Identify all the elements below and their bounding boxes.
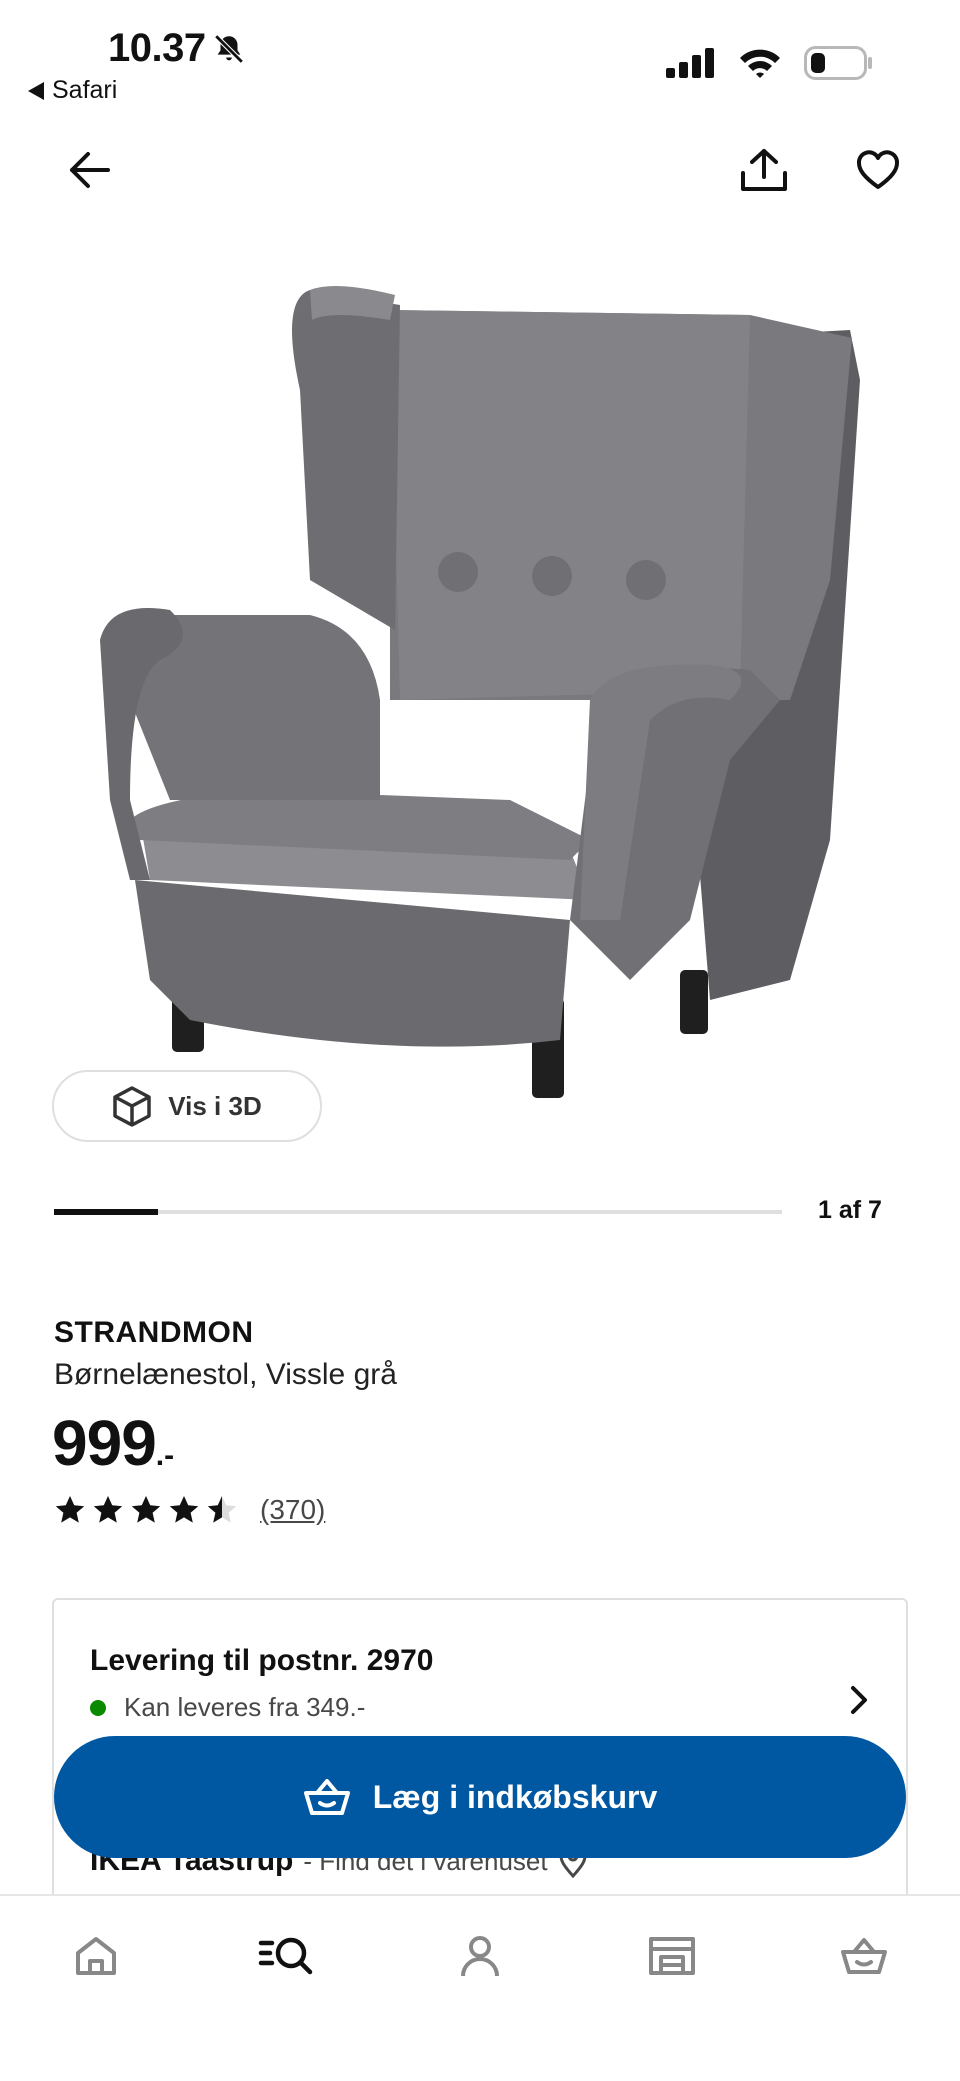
product-name: STRANDMON	[54, 1316, 254, 1349]
tab-basket[interactable]	[832, 1924, 896, 1988]
add-to-cart-button[interactable]: Læg i indkøbskurv	[54, 1736, 906, 1858]
chair-button	[626, 560, 666, 600]
delivery-status: Kan leveres fra 349.-	[90, 1692, 365, 1723]
tab-search[interactable]	[254, 1924, 318, 1988]
delivery-status-text: Kan leveres fra 349.-	[124, 1692, 366, 1722]
tab-home[interactable]	[64, 1924, 128, 1988]
star-icon	[55, 1496, 85, 1523]
arrow-left-icon	[70, 152, 110, 188]
share-button[interactable]	[734, 140, 794, 200]
share-icon	[741, 149, 787, 191]
star-icon	[131, 1496, 161, 1523]
back-button[interactable]	[62, 142, 118, 198]
star-icon	[207, 1496, 237, 1523]
favourite-button[interactable]	[848, 140, 908, 200]
add-to-cart-label: Læg i indkøbskurv	[372, 1778, 658, 1815]
wifi-icon	[740, 49, 780, 78]
search-icon	[258, 1937, 313, 1975]
review-count-link[interactable]: (370)	[260, 1494, 325, 1526]
bell-muted-icon	[214, 33, 244, 64]
carousel-position: 1 af 7	[818, 1196, 882, 1224]
bottom-tab-bar	[0, 1894, 960, 2081]
chair-leg	[680, 970, 708, 1034]
product-image[interactable]	[90, 280, 870, 1150]
star-icon	[169, 1496, 199, 1523]
rating-stars	[54, 1494, 238, 1526]
product-description: Børnelænestol, Vissle grå	[54, 1358, 397, 1391]
star-icon	[93, 1496, 123, 1523]
price-suffix: .-	[155, 1439, 175, 1472]
view-3d-button[interactable]: Vis i 3D	[52, 1070, 322, 1142]
signal-icon	[666, 48, 714, 78]
back-app-label: Safari	[52, 76, 118, 104]
chevron-right-icon[interactable]	[840, 1682, 876, 1718]
back-triangle-icon	[28, 81, 44, 100]
image-carousel-progress	[54, 1209, 782, 1215]
delivery-title: Levering til postnr. 2970	[90, 1644, 434, 1677]
back-to-safari[interactable]: Safari	[28, 76, 117, 105]
cube-icon	[113, 1086, 152, 1127]
profile-icon	[461, 1936, 499, 1977]
view-3d-label: Vis i 3D	[168, 1090, 262, 1121]
basket-icon	[303, 1779, 350, 1815]
tab-stores[interactable]	[640, 1924, 704, 1988]
heart-icon	[857, 150, 899, 189]
clock: 10.37	[108, 26, 206, 70]
chair-button	[532, 556, 572, 596]
basket-icon	[841, 1938, 887, 1974]
status-indicators	[666, 46, 874, 80]
store-icon	[649, 1937, 695, 1975]
product-price: 999 .-	[52, 1406, 174, 1480]
carousel-progress-fill	[54, 1209, 159, 1215]
battery-icon	[804, 46, 872, 80]
tab-profile[interactable]	[448, 1924, 512, 1988]
product-rating[interactable]: (370)	[54, 1494, 325, 1526]
chair-button	[438, 552, 478, 592]
price-value: 999	[52, 1407, 157, 1479]
home-icon	[76, 1937, 116, 1975]
availability-dot	[90, 1699, 106, 1716]
status-time: 10.37	[108, 26, 246, 71]
